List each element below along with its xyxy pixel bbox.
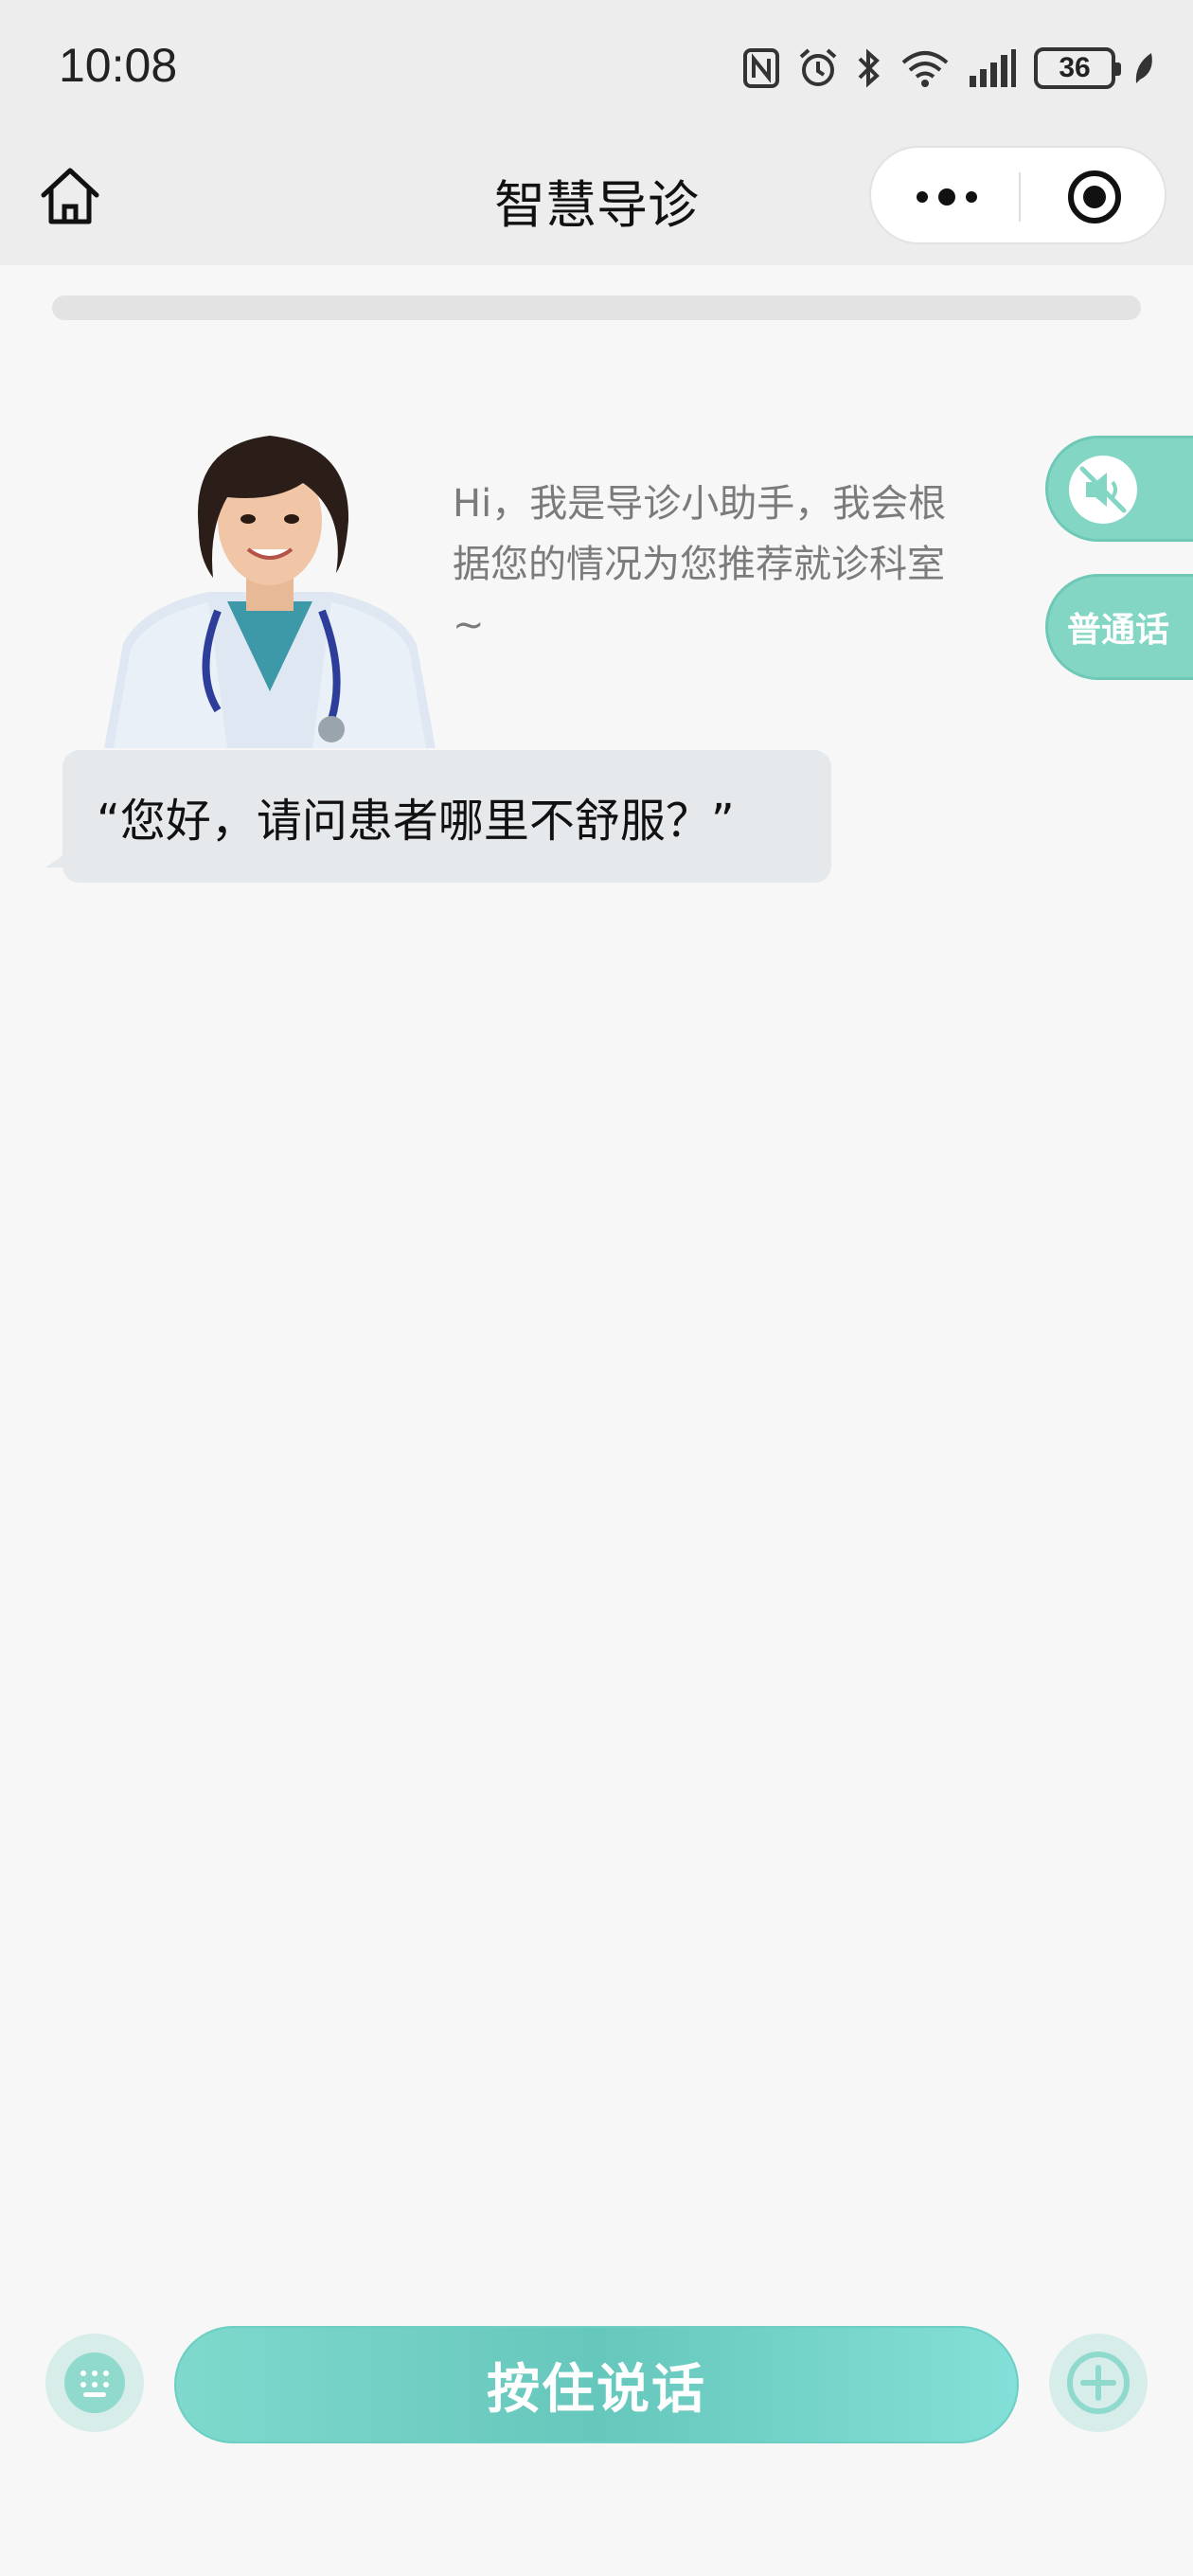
assistant-greeting: “您好，请问患者哪里不舒服？”	[97, 795, 735, 848]
language-toggle-button[interactable]: 普通话	[1045, 574, 1193, 680]
doctor-avatar	[104, 407, 436, 748]
bluetooth-icon	[858, 48, 880, 88]
more-button[interactable]	[909, 174, 985, 220]
target-icon	[1068, 170, 1121, 224]
keyboard-toggle-button[interactable]	[45, 2334, 144, 2432]
add-button[interactable]	[1049, 2334, 1148, 2432]
nfc-icon	[743, 48, 779, 88]
alarm-icon	[799, 48, 837, 86]
mute-toggle-button[interactable]	[1045, 436, 1193, 542]
hold-to-talk-label: 按住说话	[487, 2358, 706, 2421]
status-time: 10:08	[59, 39, 178, 92]
wifi-icon	[901, 51, 949, 87]
assistant-message-bubble: “您好，请问患者哪里不舒服？”	[62, 750, 831, 883]
more-dots-icon	[917, 188, 977, 206]
status-bar: 10:08 36	[0, 0, 1193, 134]
signal-icon	[970, 49, 1016, 87]
speaker-mute-icon	[1069, 456, 1137, 524]
miniprogram-capsule	[869, 146, 1166, 244]
nav-bar: 智慧导诊	[0, 134, 1193, 265]
keyboard-icon	[64, 2352, 125, 2413]
plus-icon	[1067, 2352, 1130, 2414]
close-miniprogram-button[interactable]	[1066, 169, 1123, 225]
hold-to-talk-button[interactable]: 按住说话	[174, 2326, 1019, 2443]
language-label: 普通话	[1067, 611, 1170, 650]
battery-indicator: 36	[1034, 47, 1121, 89]
leaf-icon	[1135, 53, 1152, 83]
status-icons: 36	[742, 44, 1155, 93]
progress-bar	[52, 295, 1141, 320]
assistant-intro: Hi，我是导诊小助手，我会根据您的情况为您推荐就诊科室 ~	[453, 482, 947, 647]
capsule-divider	[1019, 172, 1021, 222]
